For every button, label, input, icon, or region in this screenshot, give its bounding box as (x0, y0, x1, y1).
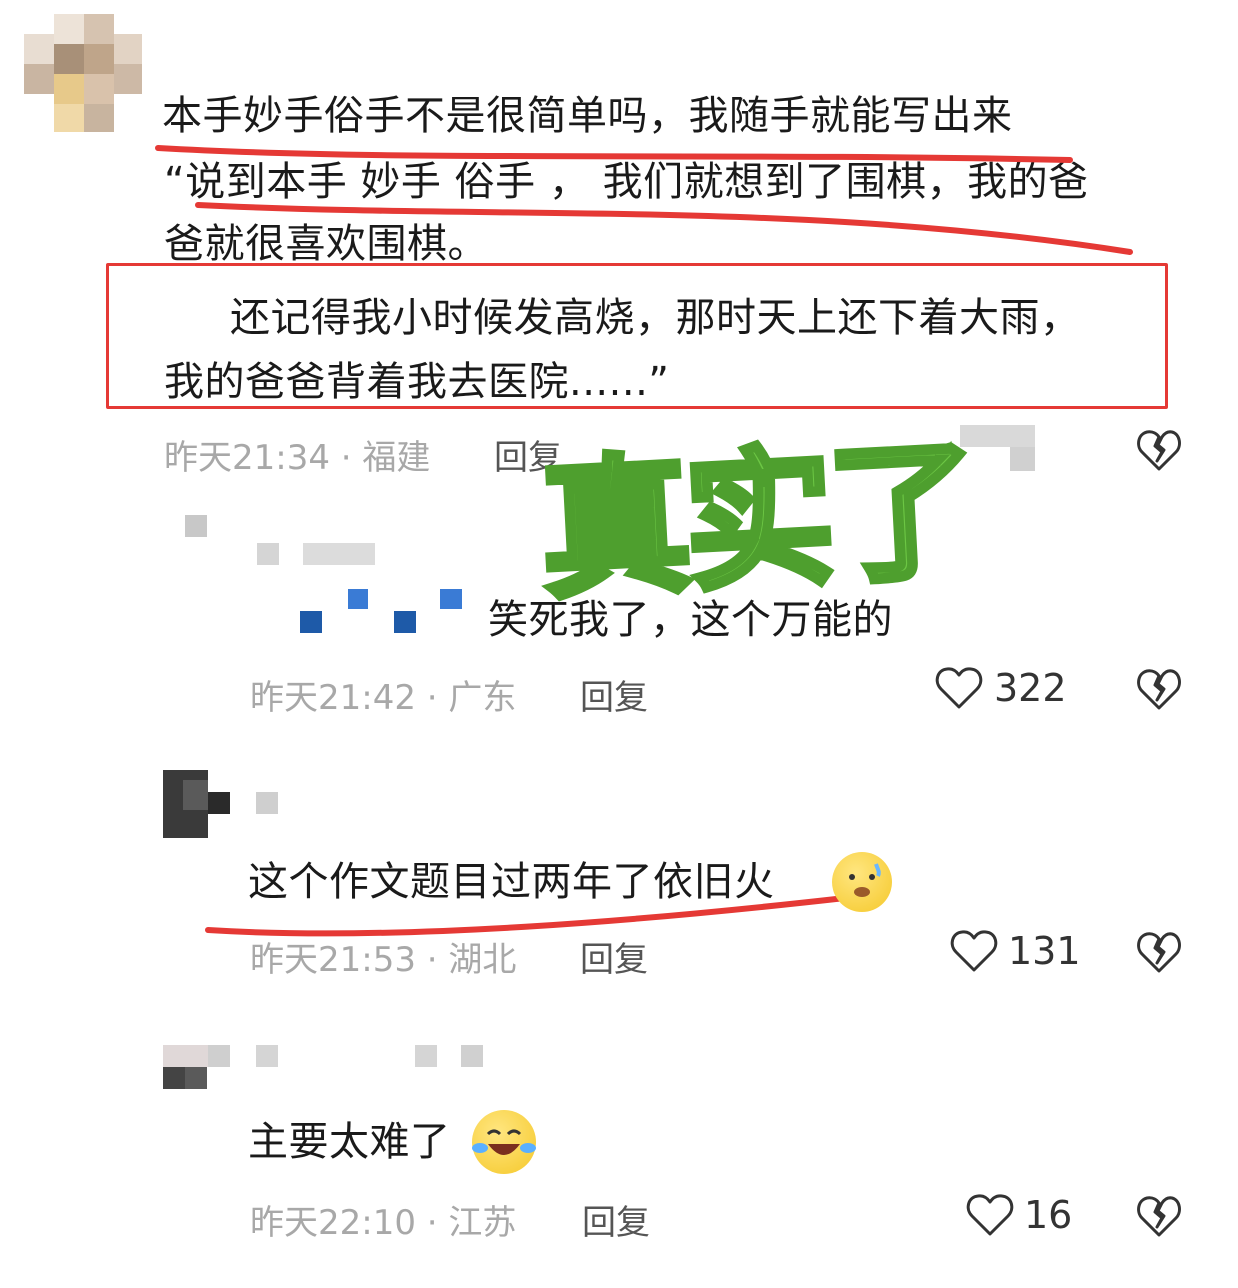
comment-3-text: 这个作文题目过两年了依旧火 (248, 859, 775, 905)
comment-1-time: 昨天21:34 · 福建 (164, 438, 431, 478)
comment-location: 湖北 (448, 940, 517, 980)
comment-location: 江苏 (448, 1203, 517, 1243)
laugh-cry-emoji-icon (472, 1110, 536, 1174)
heart-icon[interactable] (935, 666, 983, 710)
broken-heart-icon[interactable] (1136, 1194, 1182, 1238)
broken-heart-icon[interactable] (1136, 667, 1182, 711)
like-count: 131 (1008, 929, 1081, 973)
comment-2-time: 昨天21:42 · 广东 (250, 678, 517, 718)
blurred-reply-target (300, 585, 465, 633)
reply-button[interactable]: 回复 (580, 932, 648, 981)
reply-button[interactable]: 回复 (580, 670, 648, 719)
avatar-2[interactable] (185, 515, 375, 565)
blurred-username (960, 425, 1035, 471)
like-count: 322 (994, 666, 1067, 710)
sweat-emoji-icon (832, 852, 892, 912)
red-box-annotation (106, 263, 1168, 409)
comment-time: 昨天21:53 (250, 940, 416, 980)
heart-icon[interactable] (950, 929, 998, 973)
comment-time: 昨天22:10 (250, 1203, 416, 1243)
like-count: 16 (1024, 1193, 1073, 1237)
comment-location: 福建 (362, 438, 431, 478)
heart-icon[interactable] (966, 1193, 1014, 1237)
comment-3-time: 昨天21:53 · 湖北 (250, 940, 517, 980)
comment-4-text: 主要太难了 (248, 1119, 451, 1165)
comment-2-text: 笑死我了，这个万能的 (488, 597, 893, 643)
comment-location: 广东 (448, 678, 517, 718)
reply-button[interactable]: 回复 (582, 1195, 650, 1244)
comment-4-time: 昨天22:10 · 江苏 (250, 1203, 517, 1243)
broken-heart-icon[interactable] (1136, 930, 1182, 974)
comment-time: 昨天21:42 (250, 678, 416, 718)
broken-heart-icon[interactable] (1136, 428, 1182, 472)
avatar-3[interactable] (163, 770, 278, 838)
comment-time: 昨天21:34 (164, 438, 330, 478)
avatar-4[interactable] (163, 1045, 483, 1093)
